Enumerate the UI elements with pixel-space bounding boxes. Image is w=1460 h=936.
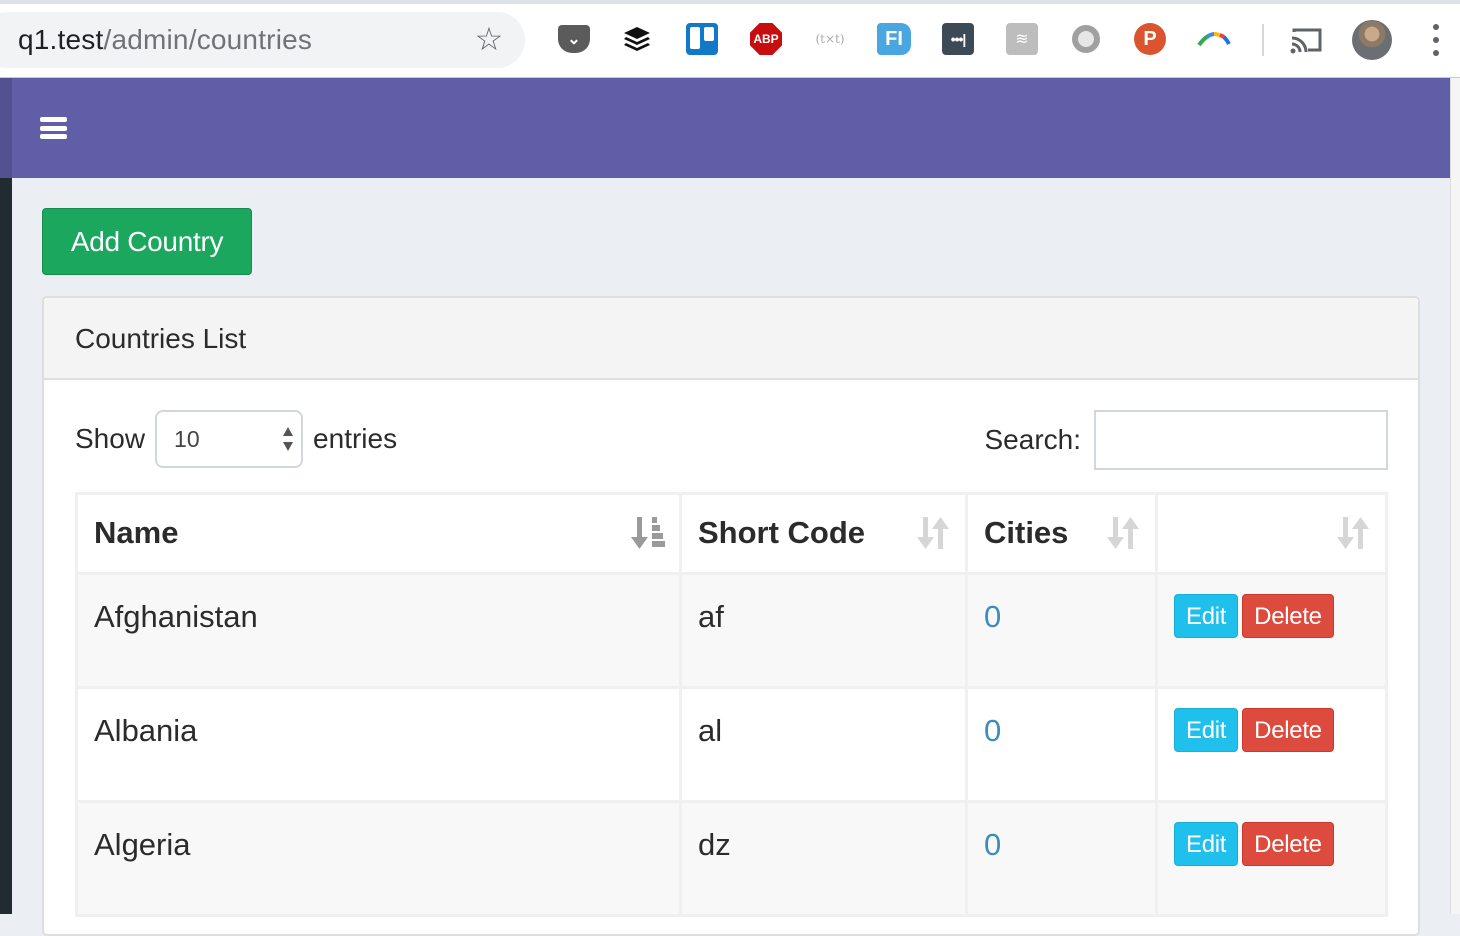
- sidebar-logo-edge: [0, 78, 12, 178]
- cities-count-link[interactable]: 0: [984, 599, 1001, 634]
- entries-per-page-value: 10: [174, 426, 200, 452]
- tab-strip-edge: [0, 0, 1460, 4]
- table-search: Search:: [984, 410, 1388, 470]
- lastpass-icon[interactable]: •••|: [941, 22, 975, 56]
- table-row: Afghanistan af 0 Edit Delete: [75, 572, 1388, 689]
- delete-button[interactable]: Delete: [1242, 708, 1334, 752]
- adblock-plus-icon[interactable]: ABP: [749, 22, 783, 56]
- cast-icon[interactable]: [1290, 26, 1324, 54]
- url-host: q1.test: [18, 24, 104, 55]
- country-name: Afghanistan: [75, 572, 682, 689]
- product-hunt-icon[interactable]: P: [1133, 22, 1167, 56]
- select-arrows-icon: [283, 427, 294, 451]
- search-input[interactable]: [1094, 410, 1388, 470]
- sort-ascending-icon: [631, 517, 665, 549]
- row-actions: Edit Delete: [1155, 686, 1388, 803]
- fi-extension-icon[interactable]: FI: [877, 22, 911, 56]
- countries-table: Name Short Code Cities Afghanistan af 0 …: [75, 492, 1388, 917]
- sort-both-icon: [917, 517, 949, 549]
- rainbow-arc-icon[interactable]: [1197, 22, 1231, 56]
- show-label: Show: [75, 423, 146, 454]
- card-title: Countries List: [44, 298, 1418, 380]
- edit-button[interactable]: Edit: [1174, 594, 1239, 638]
- browser-toolbar: q1.test/admin/countries ☆ ⌄ ABP (t×t) FI…: [0, 0, 1460, 78]
- country-short-code: af: [679, 572, 968, 689]
- country-name: Algeria: [75, 800, 682, 917]
- sort-both-icon: [1107, 517, 1139, 549]
- edit-button[interactable]: Edit: [1174, 822, 1239, 866]
- country-cities-cell: 0: [965, 800, 1158, 917]
- circle-extension-icon[interactable]: [1069, 22, 1103, 56]
- edit-button[interactable]: Edit: [1174, 708, 1239, 752]
- country-short-code: al: [679, 686, 968, 803]
- search-label: Search:: [984, 424, 1082, 455]
- table-header-row: Name Short Code Cities: [75, 492, 1388, 575]
- column-header-short-code[interactable]: Short Code: [679, 492, 968, 575]
- country-cities-cell: 0: [965, 572, 1158, 689]
- sort-both-icon: [1337, 517, 1369, 549]
- buffer-icon[interactable]: [620, 22, 654, 56]
- row-actions: Edit Delete: [1155, 572, 1388, 689]
- hamburger-menu-icon[interactable]: [40, 117, 67, 139]
- country-short-code: dz: [679, 800, 968, 917]
- entries-per-page-select[interactable]: 10: [155, 410, 304, 468]
- cities-count-link[interactable]: 0: [984, 827, 1001, 862]
- toolbar-divider: [1262, 24, 1264, 56]
- countries-card: Countries List Show 10 entries Search: N…: [42, 296, 1420, 936]
- url-text[interactable]: q1.test/admin/countries: [18, 24, 312, 56]
- profile-avatar[interactable]: [1352, 20, 1392, 60]
- todoist-icon[interactable]: ≋: [1005, 22, 1039, 56]
- trello-icon[interactable]: [685, 22, 719, 56]
- pocket-icon[interactable]: ⌄: [557, 22, 591, 56]
- url-path: /admin/countries: [103, 24, 313, 55]
- sidebar: [0, 178, 12, 914]
- text-extension-icon[interactable]: (t×t): [813, 22, 847, 56]
- country-cities-cell: 0: [965, 686, 1158, 803]
- bookmark-star-icon[interactable]: ☆: [472, 22, 506, 56]
- add-country-button[interactable]: Add Country: [42, 208, 252, 275]
- column-header-cities[interactable]: Cities: [965, 492, 1158, 575]
- table-row: Albania al 0 Edit Delete: [75, 686, 1388, 803]
- row-actions: Edit Delete: [1155, 800, 1388, 917]
- page-scrollbar[interactable]: [1450, 78, 1460, 914]
- country-name: Albania: [75, 686, 682, 803]
- column-header-name[interactable]: Name: [75, 492, 682, 575]
- browser-menu-icon[interactable]: [1426, 24, 1446, 56]
- cities-count-link[interactable]: 0: [984, 713, 1001, 748]
- table-row: Algeria dz 0 Edit Delete: [75, 800, 1388, 917]
- length-menu: Show 10 entries: [75, 410, 397, 468]
- delete-button[interactable]: Delete: [1242, 594, 1334, 638]
- top-navbar: [12, 78, 1450, 178]
- column-header-actions[interactable]: [1155, 492, 1388, 575]
- delete-button[interactable]: Delete: [1242, 822, 1334, 866]
- entries-label: entries: [313, 423, 398, 454]
